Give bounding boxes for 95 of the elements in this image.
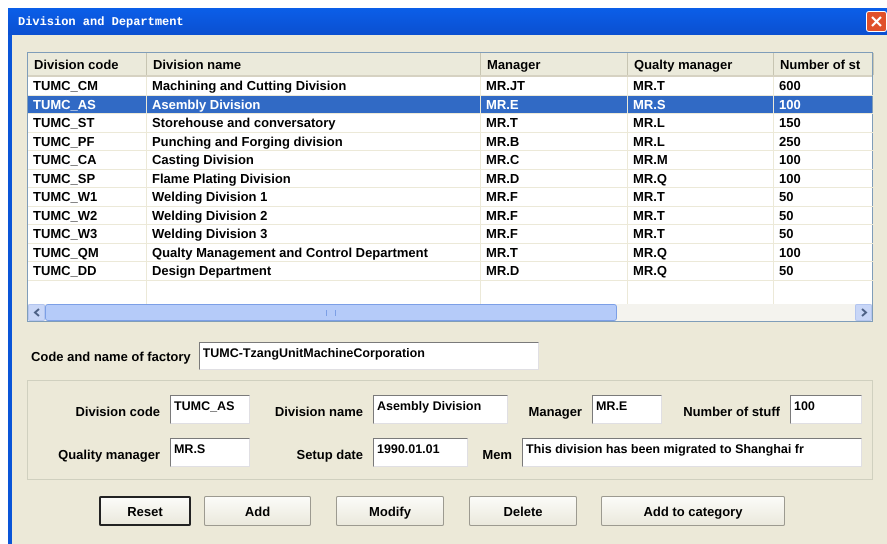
table-cell: Machining and Cutting Division [152,78,346,93]
input-field[interactable]: This division has been migrated to Shanghai fr [522,438,862,466]
table-cell: TUMC_CM [33,78,98,93]
table-row[interactable]: TUMC_CA Casting Division MR.C MR.M 100 [28,151,872,170]
table-cell: TUMC_ST [33,115,94,130]
table-cell: Punching and Forging division [152,134,343,148]
table-cell: MR.T [486,115,518,130]
table-cell: TUMC_DD [33,263,97,278]
table-cell: TUMC_W1 [33,189,98,204]
table-cell: Flame Plating Division [152,170,291,186]
table-cell: 100 [779,170,801,186]
table-row[interactable]: TUMC_PF Punching and Forging division MR.B MR.L 250 [28,132,872,151]
table-cell: MR.F [486,208,518,222]
table-cell: MR.L [633,134,665,148]
table-cell: 50 [779,189,794,204]
field-label: Quality manager [58,446,160,462]
table-cell: 50 [779,263,794,278]
horizontal-scrollbar[interactable] [28,304,872,321]
field-label: Division code [75,404,160,418]
table-cell: MR.S [633,96,666,112]
table-cell: MR.F [486,189,518,204]
action-button[interactable]: Add [204,496,311,526]
table-cell: MR.M [633,152,668,167]
field-label: Number of stuff [683,404,780,418]
table-row[interactable]: TUMC_W1 Welding Division 1 MR.F MR.T 50 [28,188,872,206]
table-cell: Welding Division 3 [152,226,268,241]
column-header[interactable]: Manager [481,53,628,75]
table-cell: MR.T [633,189,665,204]
table-cell: MR.L [633,115,665,130]
table-cell: MR.B [486,134,520,148]
table-cell: 50 [779,226,794,241]
table-row[interactable]: TUMC_SP Flame Plating Division MR.D MR.Q 100 [28,170,872,188]
field-label: Manager [528,404,582,418]
table-cell: TUMC_SP [33,170,96,186]
table-row[interactable]: TUMC_AS Asembly Division MR.E MR.S 100 [28,96,872,114]
factory-label: Code and name of factory [31,348,191,364]
table-row[interactable]: TUMC_DD Design Department MR.D MR.Q 50 [28,262,872,280]
action-button[interactable]: Add to category [601,496,785,526]
table-cell: Welding Division 2 [152,208,268,222]
close-button[interactable] [866,11,887,32]
table-cell: 100 [779,96,801,112]
table-cell: MR.Q [633,263,667,278]
table-cell: MR.Q [633,170,667,186]
column-header[interactable]: Division code [28,53,147,75]
table-row[interactable]: TUMC_W2 Welding Division 2 MR.F MR.T 50 [28,206,872,225]
input-field[interactable]: MR.E [592,394,662,424]
table-cell: TUMC_AS [33,96,96,112]
table-cell: TUMC_CA [33,152,97,167]
table-cell: 100 [779,152,801,167]
table-cell: MR.E [486,96,518,112]
table-cell: Asembly Division [152,96,260,112]
table-cell: TUMC_QM [33,244,99,260]
table-cell: 100 [779,244,801,260]
column-header[interactable]: Division name [147,53,481,75]
column-header[interactable]: Number of st [774,53,874,75]
action-button[interactable]: Reset [99,496,191,526]
table-cell: MR.T [633,226,665,241]
field-label: Mem [482,446,512,462]
table-cell: 250 [779,134,801,148]
table-cell: 150 [779,115,801,130]
table-row[interactable]: TUMC_QM Qualty Management and Control Department MR.T MR.Q 100 [28,244,872,262]
input-field[interactable]: 100 [790,394,862,424]
close-icon [870,15,883,28]
table-cell: MR.T [633,208,665,222]
table-cell: MR.T [486,244,518,260]
action-button[interactable]: Modify [336,496,444,526]
factory-field[interactable]: TUMC-TzangUnitMachineCorporation [198,342,539,370]
table-cell: 600 [779,78,801,93]
table-cell: Welding Division 1 [152,189,268,204]
table-cell: MR.D [486,170,520,186]
input-field[interactable]: TUMC_AS [170,394,250,424]
field-label: Division name [274,404,363,418]
table-cell: MR.F [486,226,518,241]
field-label: Setup date [296,446,363,462]
table-cell: MR.T [633,78,665,93]
table-cell: Qualty Management and Control Department [152,244,428,260]
table-cell: TUMC_W3 [33,226,98,241]
table-cell: Storehouse and conversatory [152,115,336,130]
table-cell: MR.Q [633,244,667,260]
table-cell: TUMC_PF [33,134,94,148]
table-cell: MR.D [486,263,520,278]
table-cell: 50 [779,208,794,222]
table-cell: Casting Division [152,152,254,167]
table-row[interactable]: TUMC_W3 Welding Division 3 MR.F MR.T 50 [28,225,872,244]
input-field[interactable]: 1990.01.01 [373,438,468,466]
window-title: Division and Department [18,14,184,28]
table-cell: Design Department [152,263,272,278]
table-row[interactable]: TUMC_ST Storehouse and conversatory MR.T MR.L 150 [28,114,872,132]
input-field[interactable]: MR.S [170,438,250,466]
table-cell: MR.JT [486,78,525,93]
table-cell: MR.C [486,152,520,167]
input-field[interactable]: Asembly Division [373,394,508,424]
column-header[interactable]: Qualty manager [628,53,774,75]
action-button[interactable]: Delete [469,496,577,526]
table-cell: TUMC_W2 [33,208,98,222]
